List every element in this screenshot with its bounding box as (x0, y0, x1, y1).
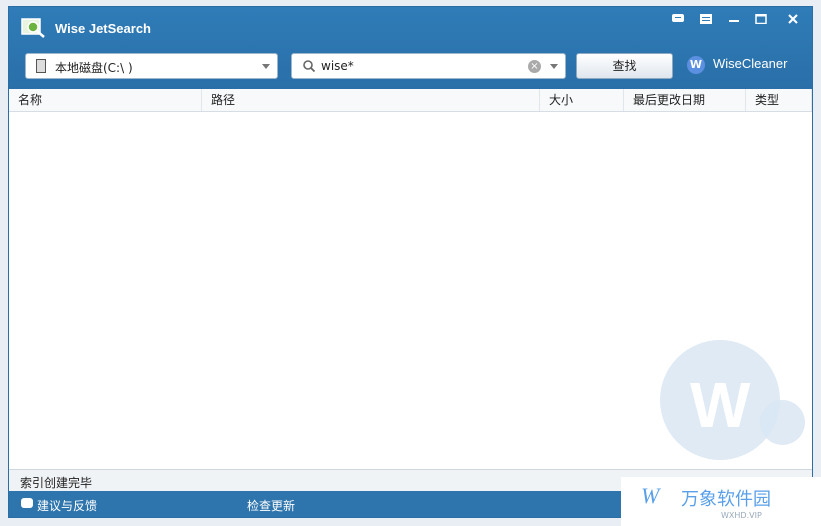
feedback-link[interactable]: 建议与反馈 (37, 497, 97, 514)
title-bar: Wise JetSearch 本地磁盘(C:\ ) wise* × 查找 W W… (9, 7, 812, 89)
column-header-path[interactable]: 路径 (202, 89, 540, 111)
site-subtitle: WXHD.VIP (721, 511, 762, 520)
site-watermark: W 万象软件园 WXHD.VIP (621, 477, 821, 526)
wisecleaner-watermark-bubble (760, 400, 805, 445)
search-input[interactable]: wise* (321, 59, 354, 73)
search-icon (303, 60, 316, 73)
wisecleaner-logo-icon: W (687, 56, 705, 74)
close-icon[interactable] (782, 12, 804, 28)
watermark-letter: W (690, 369, 751, 441)
status-text: 索引创建完毕 (20, 476, 93, 490)
feedback-icon[interactable] (667, 12, 689, 28)
column-header-name[interactable]: 名称 (9, 89, 202, 111)
drive-select[interactable]: 本地磁盘(C:\ ) (25, 53, 278, 79)
site-logo: W (641, 483, 660, 508)
menu-icon[interactable] (695, 12, 717, 28)
find-button[interactable]: 查找 (576, 53, 673, 79)
drive-icon (36, 59, 46, 73)
feedback-bubble-icon (21, 498, 33, 508)
column-header-size[interactable]: 大小 (540, 89, 624, 111)
maximize-icon[interactable] (750, 12, 772, 28)
results-column-headers: 名称 路径 大小 最后更改日期 类型 (9, 89, 812, 112)
column-header-type[interactable]: 类型 (746, 89, 812, 111)
app-logo-icon (21, 18, 45, 38)
column-header-modified[interactable]: 最后更改日期 (624, 89, 746, 111)
search-history-chevron-icon[interactable] (550, 64, 558, 69)
chevron-down-icon[interactable] (262, 64, 270, 69)
brand-name: WiseCleaner (713, 56, 788, 71)
check-update-link[interactable]: 检查更新 (247, 497, 295, 514)
clear-search-icon[interactable]: × (528, 60, 541, 73)
minimize-icon[interactable] (723, 12, 745, 28)
site-name: 万象软件园 (681, 489, 771, 510)
drive-select-value: 本地磁盘(C:\ ) (55, 61, 133, 75)
search-field[interactable]: wise* × (291, 53, 566, 79)
app-title: Wise JetSearch (55, 21, 151, 36)
